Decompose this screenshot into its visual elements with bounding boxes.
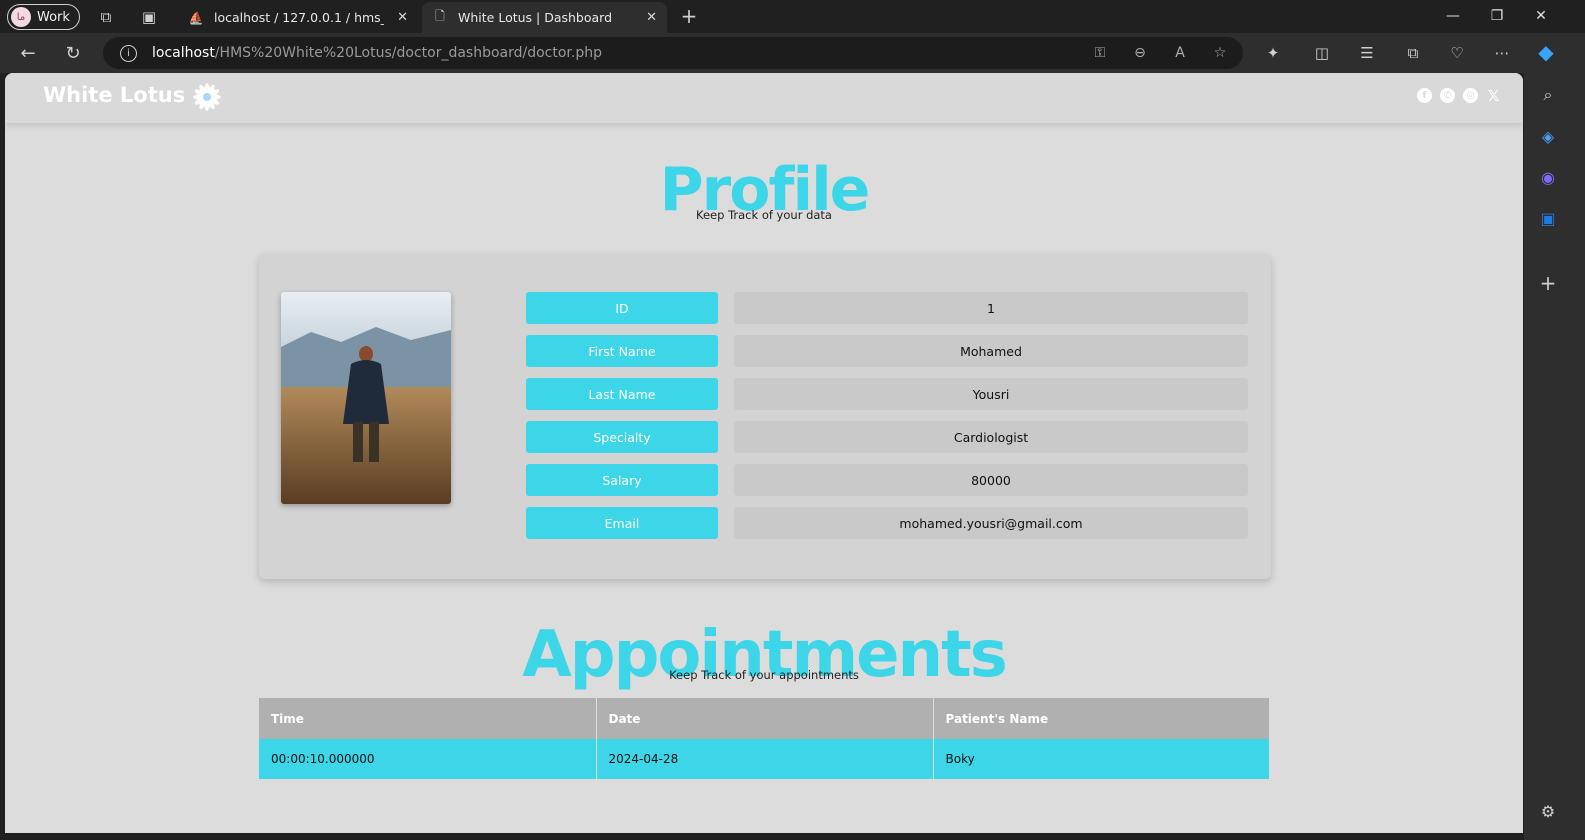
favorites-icon[interactable]: ☰ — [1354, 40, 1380, 66]
profile-field-email: Email mohamed.yousri@gmail.com — [526, 507, 1248, 539]
field-value: 80000 — [734, 464, 1248, 496]
brand-logo-text[interactable]: White Lotus — [43, 83, 185, 107]
zoom-out-icon[interactable]: ⊖ — [1127, 40, 1153, 66]
instagram-icon[interactable]: ◎ — [1463, 88, 1478, 103]
whatsapp-icon[interactable]: ✆ — [1440, 88, 1455, 103]
tab-title: White Lotus | Dashboard — [458, 10, 613, 25]
add-sidebar-icon[interactable]: + — [1534, 269, 1562, 297]
address-bar[interactable]: i localhost/HMS%20White%20Lotus/doctor_d… — [103, 37, 1243, 69]
social-links: f ✆ ◎ 𝕏 — [1417, 87, 1501, 105]
column-header-date: Date — [596, 698, 934, 739]
tab-phpmyadmin[interactable]: ⛵ localhost / 127.0.0.1 / hms_white ✕ — [178, 2, 418, 33]
more-icon[interactable]: ⋯ — [1489, 40, 1515, 66]
minimize-icon[interactable]: — — [1430, 4, 1476, 28]
browser-tab-bar: ما Work ⧉ ▣ ⛵ localhost / 127.0.0.1 / hm… — [0, 0, 1585, 33]
field-label: Last Name — [526, 378, 718, 410]
tab-dashboard[interactable]: 🗋 White Lotus | Dashboard ✕ — [422, 2, 667, 33]
profile-avatar: ما — [11, 7, 31, 27]
search-icon[interactable]: ⌕ — [1534, 81, 1562, 109]
appointments-table: Time Date Patient's Name 00:00:10.000000… — [259, 698, 1269, 779]
appointments-subtitle: Keep Track of your appointments — [669, 668, 859, 682]
lotus-flower-icon — [193, 83, 221, 111]
copilot-icon[interactable]: ◆ — [1533, 39, 1559, 65]
field-value: mohamed.yousri@gmail.com — [734, 507, 1248, 539]
tab-actions-icon[interactable]: ▣ — [136, 4, 162, 30]
split-screen-icon[interactable]: ◫ — [1309, 40, 1335, 66]
tab-title: localhost / 127.0.0.1 / hms_white — [214, 10, 384, 25]
profile-button[interactable]: ما Work — [7, 4, 80, 30]
column-header-patient: Patient's Name — [933, 698, 1269, 739]
key-icon[interactable]: ⚿ — [1087, 40, 1113, 66]
browser-toolbar: ← ↻ i localhost/HMS%20White%20Lotus/doct… — [0, 33, 1585, 73]
profile-field-last-name: Last Name Yousri — [526, 378, 1248, 410]
profile-card: ID 1 First Name Mohamed Last Name Yousri… — [259, 254, 1271, 579]
field-label: Email — [526, 507, 718, 539]
profile-field-specialty: Specialty Cardiologist — [526, 421, 1248, 453]
phpmyadmin-favicon-icon: ⛵ — [188, 10, 204, 25]
extensions-icon[interactable]: ✦ — [1260, 40, 1286, 66]
edge-sidebar: ⌕ ◈ ◉ ▣ + ⚙ — [1524, 73, 1585, 840]
facebook-icon[interactable]: f — [1417, 88, 1432, 103]
profile-field-salary: Salary 80000 — [526, 464, 1248, 496]
close-icon[interactable]: ✕ — [397, 10, 408, 25]
page-favicon-icon: 🗋 — [435, 9, 445, 23]
column-header-time: Time — [259, 698, 597, 739]
info-icon[interactable]: i — [120, 44, 137, 62]
shopping-tag-icon[interactable]: ◈ — [1534, 122, 1562, 150]
cell-patient: Boky — [933, 739, 1269, 779]
collections-icon[interactable]: ⧉ — [1400, 40, 1426, 66]
field-label: Specialty — [526, 421, 718, 453]
profile-field-first-name: First Name Mohamed — [526, 335, 1248, 367]
url-text[interactable]: localhost/HMS%20White%20Lotus/doctor_das… — [152, 45, 602, 61]
field-label: First Name — [526, 335, 718, 367]
read-aloud-icon[interactable]: A — [1167, 40, 1193, 66]
cell-date: 2024-04-28 — [596, 739, 934, 779]
field-value: Yousri — [734, 378, 1248, 410]
copilot-sidebar-icon[interactable]: ◉ — [1534, 163, 1562, 191]
workspaces-icon[interactable]: ⧉ — [93, 4, 119, 30]
browser-essentials-icon[interactable]: ♡ — [1444, 40, 1470, 66]
x-icon[interactable]: 𝕏 — [1486, 87, 1501, 105]
cell-time: 00:00:10.000000 — [259, 739, 597, 779]
table-header-row: Time Date Patient's Name — [259, 698, 1269, 739]
doctor-photo — [281, 292, 451, 504]
address-bar-actions: ⚿ ⊖ A ☆ — [1087, 40, 1233, 66]
outlook-icon[interactable]: ▣ — [1534, 204, 1562, 232]
field-value: Mohamed — [734, 335, 1248, 367]
page-viewport: White Lotus f ✆ ◎ 𝕏 Profile Keep Track o… — [5, 73, 1523, 833]
field-value: Cardiologist — [734, 421, 1248, 453]
site-navbar: White Lotus f ✆ ◎ 𝕏 — [5, 73, 1523, 123]
profile-label: Work — [37, 9, 70, 25]
new-tab-icon[interactable]: + — [676, 3, 702, 29]
field-label: ID — [526, 292, 718, 324]
back-icon[interactable]: ← — [15, 40, 41, 66]
profile-field-id: ID 1 — [526, 292, 1248, 324]
window-close-icon[interactable]: ✕ — [1518, 4, 1564, 28]
settings-gear-icon[interactable]: ⚙ — [1534, 797, 1562, 825]
field-label: Salary — [526, 464, 718, 496]
close-icon[interactable]: ✕ — [646, 10, 657, 25]
field-value: 1 — [734, 292, 1248, 324]
profile-subtitle: Keep Track of your data — [696, 208, 832, 222]
table-row: 00:00:10.000000 2024-04-28 Boky — [259, 739, 1269, 779]
favorite-star-icon[interactable]: ☆ — [1207, 40, 1233, 66]
refresh-icon[interactable]: ↻ — [60, 40, 86, 66]
restore-icon[interactable]: ❐ — [1474, 4, 1520, 28]
